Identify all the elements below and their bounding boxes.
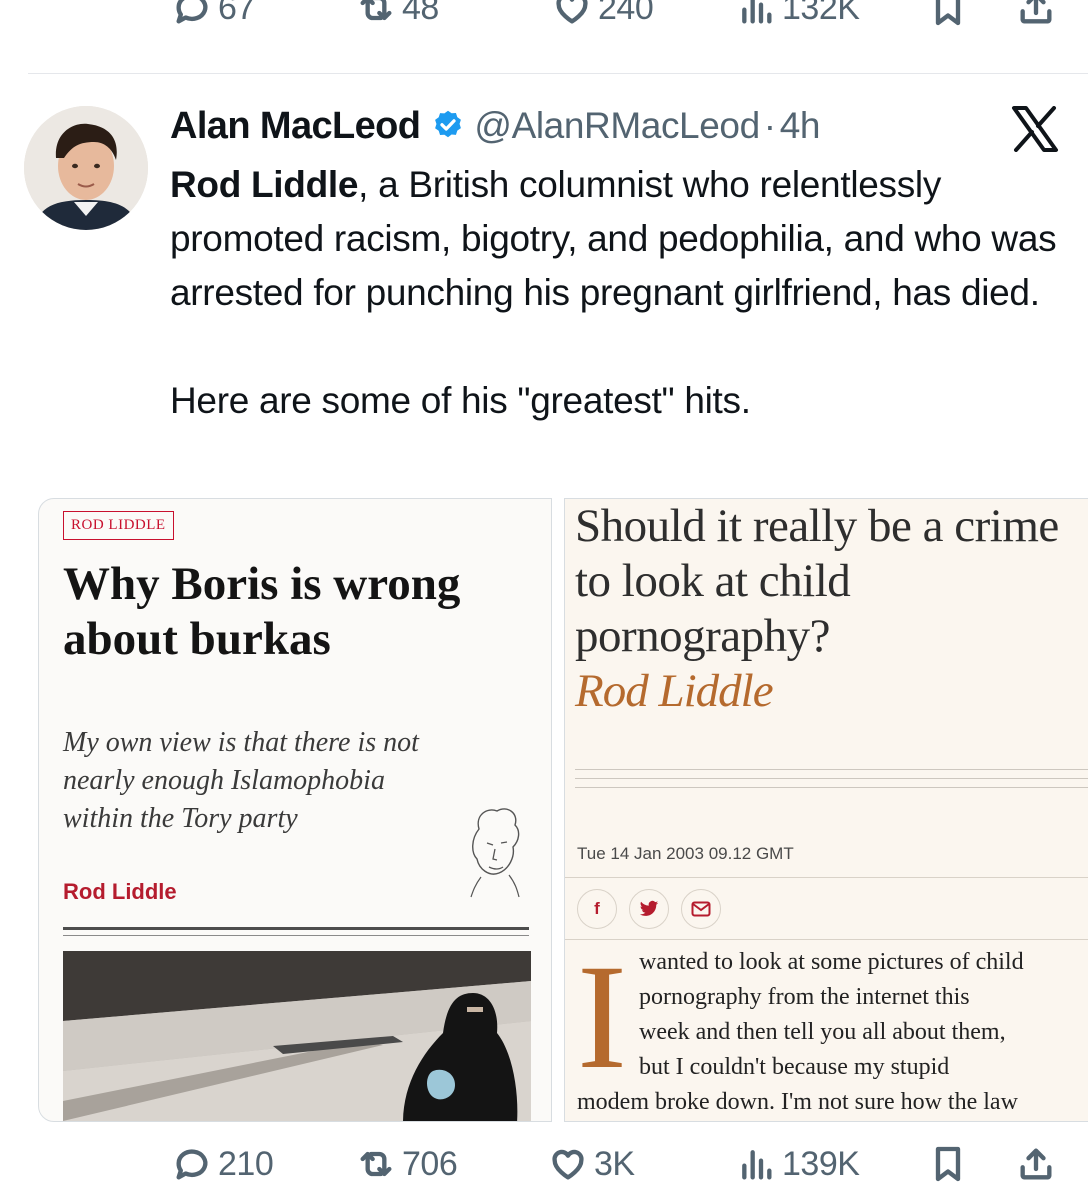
article-tag: ROD LIDDLE: [63, 511, 174, 540]
twitter-bird-icon: [639, 900, 659, 916]
like-count: 3K: [594, 1144, 635, 1183]
x-logo-icon: [1012, 106, 1058, 152]
article-body-line: pornography from the internet this: [639, 984, 970, 1010]
share-icon: [1020, 0, 1052, 24]
author-name[interactable]: Alan MacLeod: [170, 105, 421, 148]
article-author-right: Rod Liddle: [575, 665, 774, 717]
author-handle[interactable]: @AlanRMacLeod: [474, 105, 760, 147]
article-headline: Why Boris is wrong about burkas: [63, 558, 461, 665]
tweet-divider: [28, 73, 1088, 74]
article-separator: [565, 877, 1088, 878]
repost-count: 48: [402, 0, 439, 27]
like-button[interactable]: 240: [552, 0, 654, 28]
avatar[interactable]: [24, 106, 148, 230]
reply-count: 210: [218, 1144, 274, 1183]
article-headline-right: Should it really be a crime to look at c…: [575, 500, 1059, 662]
reply-count: 67: [218, 0, 255, 27]
views-button[interactable]: 139K: [736, 1144, 860, 1184]
like-button[interactable]: 3K: [548, 1144, 635, 1184]
share-button[interactable]: [1016, 0, 1056, 28]
views-icon: [742, 0, 772, 24]
tweet-time[interactable]: 4h: [780, 105, 821, 147]
like-icon: [556, 0, 588, 24]
article-body-line: wanted to look at some pictures of child: [639, 949, 1024, 975]
share-button[interactable]: [1016, 1144, 1056, 1184]
avatar-portrait: [24, 106, 148, 230]
tweet-actions: 210 706 3K 139K: [0, 1136, 1088, 1196]
views-count: 132K: [782, 0, 860, 27]
bookmark-icon: [935, 1146, 961, 1182]
article-body-line: modem broke down. I'm not sure how the l…: [577, 1089, 1018, 1115]
tweet-text-second: Here are some of his "greatest" hits.: [170, 380, 751, 421]
article-rule-lines: [575, 769, 1088, 796]
facebook-icon: f: [594, 899, 600, 918]
article-body-line: but I couldn't because my stupid: [639, 1054, 950, 1080]
views-icon: [742, 1150, 772, 1180]
article-rule-thin: [63, 935, 529, 936]
repost-icon: [360, 0, 392, 21]
article-dropcap: I: [577, 934, 627, 1100]
caricature-sketch-icon: [470, 808, 520, 898]
reply-button[interactable]: 210: [172, 1144, 274, 1184]
tweet-author-row: Alan MacLeod @AlanRMacLeod · 4h: [170, 100, 820, 152]
email-icon: [691, 901, 711, 917]
views-count: 139K: [782, 1144, 860, 1183]
article-rule-thick: [63, 927, 529, 930]
previous-tweet-actions: 67 48 240 132K: [0, 0, 1088, 48]
article-photo: [63, 951, 531, 1121]
like-count: 240: [598, 0, 654, 27]
media-image-left[interactable]: ROD LIDDLE Why Boris is wrong about burk…: [38, 498, 552, 1122]
views-button[interactable]: 132K: [736, 0, 860, 28]
tweet-text: Rod Liddle, a British columnist who rele…: [170, 158, 1070, 428]
article-date: Tue 14 Jan 2003 09.12 GMT: [577, 844, 794, 863]
repost-count: 706: [402, 1144, 458, 1183]
like-icon: [552, 1149, 584, 1180]
article-body: wanted to look at some pictures of child…: [639, 945, 1088, 1085]
email-share-button[interactable]: [681, 889, 721, 929]
article-body-line: week and then tell you all about them,: [639, 1019, 1006, 1045]
verified-badge-icon: [435, 110, 462, 138]
reply-button[interactable]: 67: [172, 0, 255, 28]
repost-button[interactable]: 706: [356, 1144, 458, 1184]
facebook-share-button[interactable]: f: [577, 889, 617, 929]
article-byline: Rod Liddle: [63, 879, 177, 904]
article-separator-2: [565, 939, 1088, 940]
bookmark-button[interactable]: [928, 1144, 968, 1184]
repost-button[interactable]: 48: [356, 0, 439, 28]
reply-icon: [176, 1149, 208, 1180]
meta-separator: ·: [763, 105, 776, 146]
reply-icon: [176, 0, 208, 24]
twitter-share-button[interactable]: [629, 889, 669, 929]
bookmark-button[interactable]: [928, 0, 968, 28]
media-image-right[interactable]: Should it really be a crime to look at c…: [564, 498, 1088, 1122]
repost-icon: [360, 1151, 392, 1177]
mention-rod-liddle: Rod Liddle: [170, 164, 359, 205]
bookmark-icon: [935, 0, 961, 26]
article-subhead: My own view is that there is not nearly …: [63, 727, 419, 834]
share-icon: [1020, 1148, 1052, 1180]
